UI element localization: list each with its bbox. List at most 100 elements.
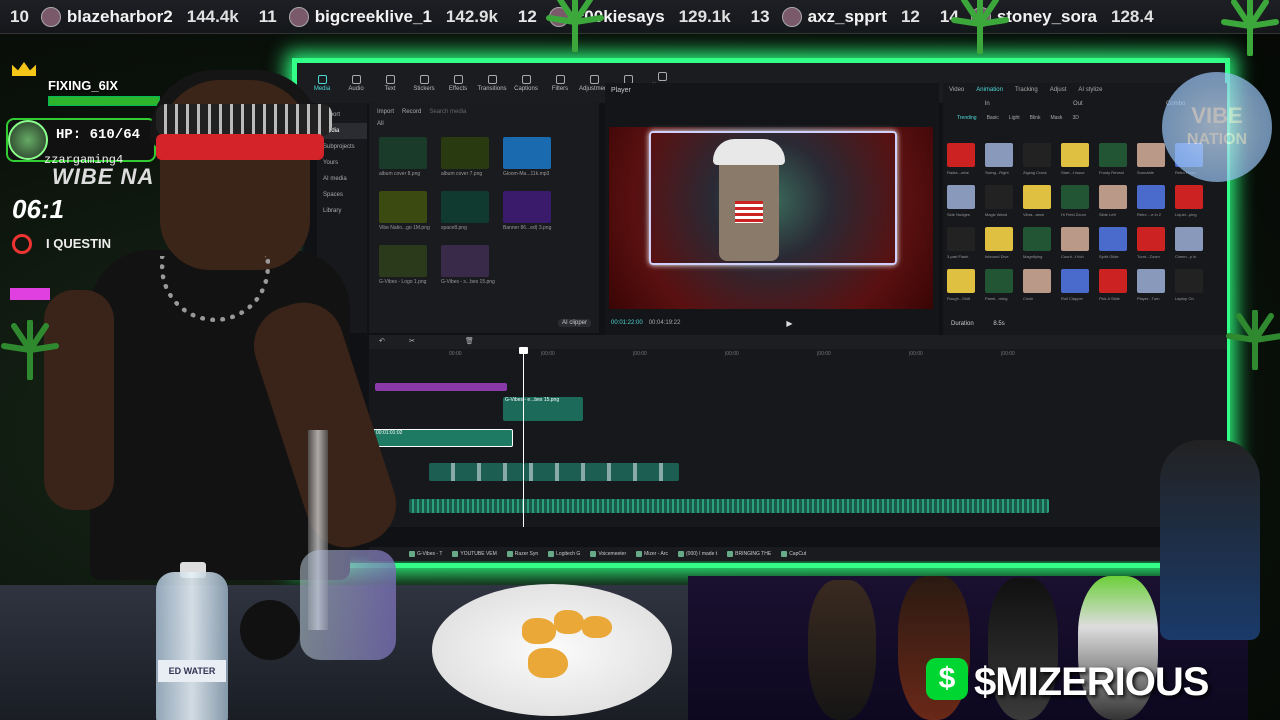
animation-preset[interactable] [1099, 143, 1127, 167]
animation-preset-label: Slide Left [1099, 212, 1116, 217]
taskbar-app[interactable]: (000) I made t [678, 551, 717, 557]
media-thumbnail[interactable] [503, 137, 551, 169]
taskbar-app[interactable]: Logitech G [548, 551, 580, 557]
toolbar-adjustment[interactable]: Adjustment [579, 74, 609, 92]
taskbar-app[interactable]: YOUTUBE VEM [452, 551, 497, 557]
animation-preset-label: Retro ...e in 2 [1137, 212, 1162, 217]
animation-preset[interactable] [1099, 269, 1127, 293]
taskbar-app[interactable]: Voicemeeter [590, 551, 626, 557]
spiked-headband [156, 104, 332, 136]
animation-preset-label: 3-part Flash [947, 254, 969, 259]
purple-overlay-clip[interactable] [375, 383, 507, 391]
media-filter-all[interactable]: All [369, 121, 599, 127]
split-icon[interactable]: ✂ [409, 337, 415, 345]
animation-preset[interactable] [947, 227, 975, 251]
animation-preset[interactable] [1137, 269, 1165, 293]
search-media-input[interactable]: Search media [429, 109, 466, 115]
animation-preset[interactable] [1099, 227, 1127, 251]
media-thumbnail[interactable] [441, 191, 489, 223]
animation-preset[interactable] [985, 185, 1013, 209]
tab-ai-stylize[interactable]: AI stylize [1078, 87, 1102, 93]
image-overlay-clip[interactable]: G-Vibes - e...bes 15.png [503, 397, 583, 421]
anim-tab-light[interactable]: Light [1009, 115, 1020, 121]
subtab-in[interactable]: In [985, 101, 990, 107]
animation-preset[interactable] [1023, 227, 1051, 251]
transition-clip-strip[interactable] [429, 463, 679, 481]
animation-preset[interactable] [1061, 185, 1089, 209]
media-thumbnail[interactable] [441, 245, 489, 277]
anim-tab-blink[interactable]: Blink [1030, 115, 1041, 121]
ticker-username: blazeharbor2 [66, 6, 173, 26]
toolbar-stickers[interactable]: Stickers [413, 74, 435, 92]
taskbar-app-label: Mizer - Arc [644, 551, 669, 557]
animation-preset[interactable] [1137, 185, 1165, 209]
toolbar-transitions[interactable]: Transitions [477, 74, 507, 92]
glass-pipe [300, 430, 396, 660]
app-icon [727, 551, 734, 557]
media-header: Import Record Search media [369, 103, 599, 121]
play-icon[interactable]: ▶ [786, 319, 792, 328]
animation-preset[interactable] [1061, 227, 1089, 251]
animation-preset[interactable] [1099, 185, 1127, 209]
media-thumbnail[interactable] [441, 137, 489, 169]
tab-adjust[interactable]: Adjust [1050, 87, 1067, 93]
animation-preset[interactable] [1175, 185, 1203, 209]
animation-preset[interactable] [985, 269, 1013, 293]
toolbar-filters[interactable]: Filters [549, 74, 571, 92]
animation-preset[interactable] [1175, 269, 1203, 293]
taskbar-app[interactable]: Razer Syn [506, 551, 538, 557]
animation-preset[interactable] [985, 227, 1013, 251]
video-preview[interactable] [609, 127, 933, 309]
animation-preset[interactable] [1137, 227, 1165, 251]
animation-preset[interactable] [947, 185, 975, 209]
animation-preset[interactable] [985, 143, 1013, 167]
animation-preset[interactable] [947, 143, 975, 167]
vibe-nation-logo: VIBE NATION [1162, 72, 1272, 182]
toolbar-effects[interactable]: Effects [447, 74, 469, 92]
taskbar-app[interactable]: G-Vibes - T [409, 551, 442, 557]
player-panel: Player 00:01:22:00 00:04:19:22 ▶ [605, 83, 939, 335]
duration-label: Duration [951, 321, 974, 327]
tab-animation[interactable]: Animation [976, 87, 1003, 93]
media-thumbnail[interactable] [503, 191, 551, 223]
animation-preset-label: Magnifying [1023, 254, 1043, 259]
subtab-out[interactable]: Out [1073, 101, 1083, 107]
animation-preset-label: Swing...Right [985, 170, 1009, 175]
taskbar-app[interactable]: BRINGING THE [727, 551, 771, 557]
cannabis-leaf-icon [1226, 310, 1280, 370]
animation-preset[interactable] [1023, 185, 1051, 209]
animation-preset[interactable] [1023, 143, 1051, 167]
animation-preset[interactable] [1137, 143, 1165, 167]
anim-tab-3d[interactable]: 3D [1072, 115, 1078, 121]
timeline-panel: ↶ ✂ 🗑 00:00 |00:00 |00:00 |00:00 |00:00 |00:0… [369, 335, 1227, 527]
taskbar-app[interactable]: CapCut [781, 551, 806, 557]
toolbar-icon [589, 74, 599, 84]
anim-tab-basic[interactable]: Basic [987, 115, 999, 121]
plate [432, 584, 672, 716]
anim-tab-trending[interactable]: Trending [957, 115, 977, 121]
player-avatar [8, 120, 48, 160]
anim-tab-mask[interactable]: Mask [1050, 115, 1062, 121]
animation-preset[interactable] [1061, 269, 1089, 293]
animation-preset-label: Inbound Dive [985, 254, 1009, 259]
animation-preset[interactable] [1023, 269, 1051, 293]
tab-video[interactable]: Video [949, 87, 964, 93]
taskbar-app[interactable]: Mizer - Arc [636, 551, 668, 557]
animation-preset-label: Zigzag Crack [1023, 170, 1047, 175]
tab-tracking[interactable]: Tracking [1015, 87, 1038, 93]
record-button[interactable]: Record [402, 109, 421, 115]
timeline-playhead[interactable] [519, 347, 528, 527]
audio-track[interactable] [409, 499, 1049, 513]
app-icon [636, 551, 643, 557]
delete-icon[interactable]: 🗑 [465, 337, 474, 345]
animation-preset[interactable] [1061, 143, 1089, 167]
water-bottle [156, 572, 228, 720]
ai-clipper-button[interactable]: AI clipper [557, 319, 591, 327]
ticker-score: 129.1k [678, 6, 731, 26]
toolbar-icon [521, 74, 531, 84]
toolbar-captions[interactable]: Captions [514, 74, 538, 92]
duration-control[interactable]: Duration 8.5s [951, 321, 1005, 327]
animation-preset[interactable] [947, 269, 975, 293]
duration-value[interactable]: 8.5s [993, 321, 1004, 327]
animation-preset[interactable] [1175, 227, 1203, 251]
